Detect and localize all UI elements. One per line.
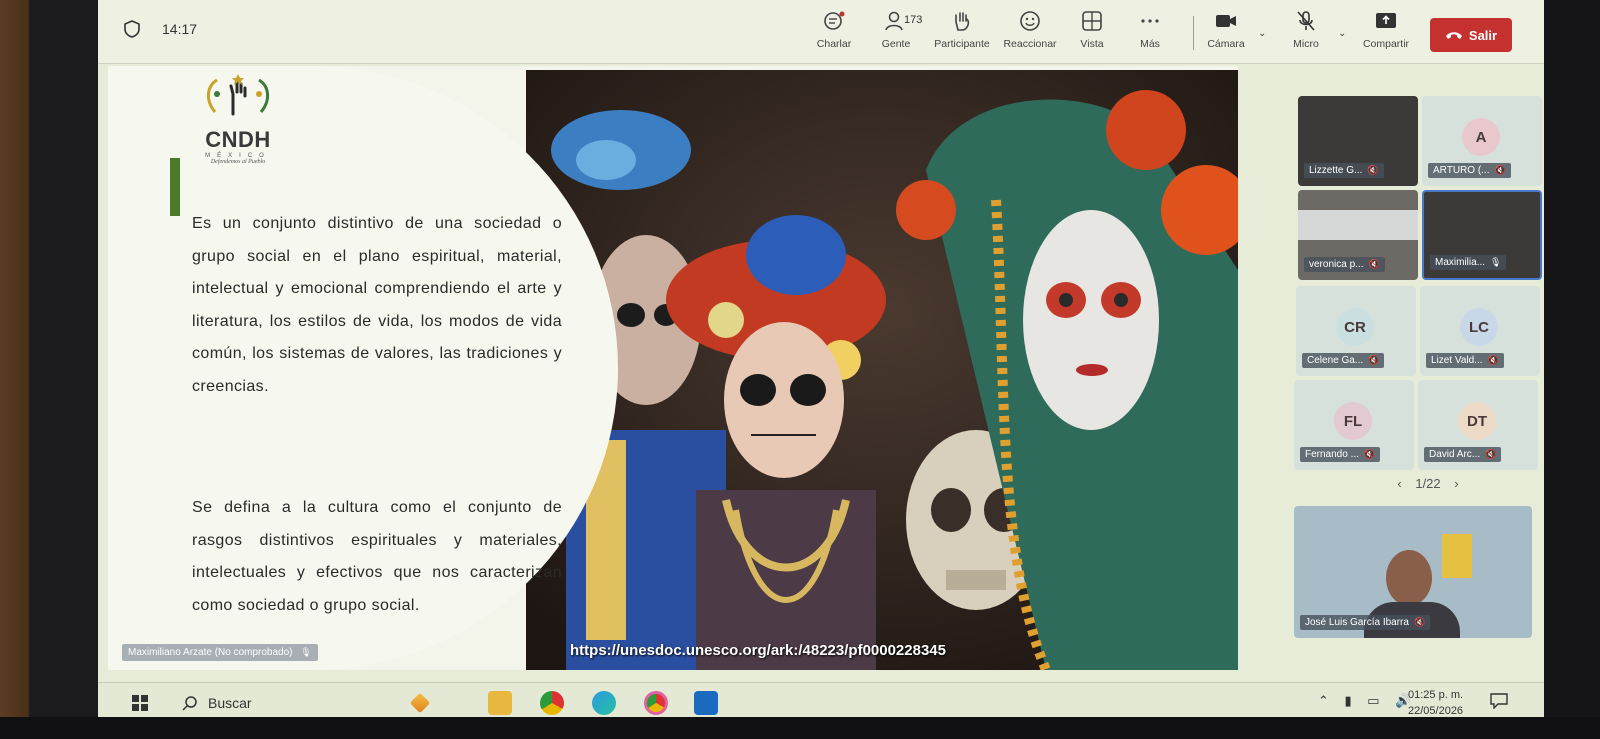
avatar: DT <box>1458 402 1496 440</box>
avatar: LC <box>1460 308 1498 346</box>
presenter-name-tag: Maximiliano Arzate (No comprobado) 🎙 <box>122 644 318 661</box>
mic-muted-icon: 🔇 <box>1413 617 1426 627</box>
mic-icon: 🎙 <box>300 647 312 657</box>
camera-options-chevron-icon[interactable]: ⌄ <box>1258 28 1266 39</box>
search-icon[interactable] <box>182 695 198 711</box>
slide-paragraph-1: Es un conjunto distintivo de una socieda… <box>192 215 562 395</box>
logo-motto: Defendemos al Pueblo <box>210 159 266 165</box>
more-label: Más <box>1140 38 1160 50</box>
participant-name: David Arc... 🔇 <box>1424 447 1502 462</box>
cndh-logo: CNDH MÉXICO Defendemos al Pueblo <box>188 72 288 182</box>
mic-options-chevron-icon[interactable]: ⌄ <box>1338 28 1346 39</box>
catrina-illustration <box>526 70 1238 670</box>
share-label: Compartir <box>1362 38 1410 50</box>
avatar: A <box>1462 118 1500 156</box>
participant-name: Celene Ga... 🔇 <box>1302 353 1385 368</box>
logo-name: CNDH <box>205 127 271 152</box>
participant-name: ARTURO (... 🔇 <box>1428 163 1511 178</box>
camera-icon <box>1216 15 1236 27</box>
pager-text: 1/22 <box>1415 476 1441 491</box>
presenter-name: Maximiliano Arzate (No comprobado) <box>128 647 293 658</box>
mic-label: Micro <box>1293 38 1319 50</box>
windows-taskbar: Buscar ⌃ ▮ ▭ 🔊 01:25 p. m. 22/05/2026 <box>98 682 1544 722</box>
source-url: https://unesdoc.unesco.org/ark:/48223/pf… <box>570 642 946 659</box>
accent-bar <box>170 158 180 216</box>
avatar: CR <box>1336 308 1374 346</box>
more-icon <box>1141 19 1159 23</box>
taskbar-time: 01:25 p. m. <box>1408 689 1464 701</box>
participant-name: Lizzette G... 🔇 <box>1304 163 1384 178</box>
mic-muted-icon: 🔇 <box>1363 449 1376 459</box>
screen: 14:17 Charlar 173 Gente Participante Rea… <box>98 0 1544 722</box>
leave-label: Salir <box>1468 27 1498 43</box>
share-icon <box>1376 13 1396 28</box>
dia-de-muertos-photo <box>526 70 1238 670</box>
person-head <box>1386 550 1432 606</box>
participant-name: Fernando ... 🔇 <box>1300 447 1381 462</box>
wall-poster <box>1442 534 1472 578</box>
raise-hand-button[interactable]: Participante <box>924 10 1000 50</box>
raise-hand-icon <box>955 12 970 31</box>
phone-hangup-icon <box>1445 32 1462 39</box>
mic-muted-icon: 🔇 <box>1485 449 1497 459</box>
people-button[interactable]: 173 Gente <box>858 10 934 50</box>
participant-tile[interactable]: veronica p... 🔇 <box>1298 190 1418 280</box>
leave-button[interactable]: Salir <box>1430 18 1512 52</box>
shared-slide: CNDH MÉXICO Defendemos al Pueblo Es un c… <box>108 66 1238 670</box>
mic-muted-icon: 🔇 <box>1367 165 1379 175</box>
participant-name: Maximilia... 🎙 <box>1430 255 1507 270</box>
chrome-icon[interactable] <box>540 691 564 715</box>
meeting-clock: 14:17 <box>162 21 198 37</box>
mic-off-icon <box>1297 11 1315 31</box>
cndh-emblem-icon <box>207 74 269 116</box>
monitor-bezel-bottom <box>0 717 1600 739</box>
camera-button[interactable]: Cámara <box>1188 10 1264 50</box>
pager-prev-icon[interactable]: ‹ <box>1397 476 1401 491</box>
participant-tile[interactable]: CR Celene Ga... 🔇 <box>1296 286 1416 376</box>
camera-label: Cámara <box>1207 38 1245 50</box>
participant-tile[interactable]: A ARTURO (... 🔇 <box>1422 96 1542 186</box>
participant-tile[interactable]: Lizzette G... 🔇 <box>1298 96 1418 186</box>
participant-tile[interactable]: FL Fernando ... 🔇 <box>1294 380 1414 470</box>
participant-count: 173 <box>904 14 923 26</box>
people-label: Gente <box>881 38 911 50</box>
video-frame <box>1298 210 1418 240</box>
participant-name: veronica p... 🔇 <box>1304 257 1385 272</box>
avatar: FL <box>1334 402 1372 440</box>
slide-paragraph-2: Se defina a la cultura como el conjunto … <box>192 499 562 614</box>
mic-muted-icon: 🔇 <box>1487 355 1499 365</box>
self-name: José Luis García Ibarra 🔇 <box>1300 615 1431 630</box>
participant-tile-active[interactable]: Maximilia... 🎙 <box>1422 190 1542 280</box>
share-button[interactable]: Compartir <box>1348 10 1424 50</box>
file-explorer-icon[interactable] <box>488 691 512 715</box>
chat-icon <box>824 11 845 30</box>
taskbar-clock[interactable]: 01:25 p. m. 22/05/2026 <box>1408 687 1463 719</box>
participant-tile[interactable]: LC Lizet Vald... 🔇 <box>1420 286 1540 376</box>
system-tray-icons[interactable]: ⌃ ▮ ▭ 🔊 <box>1318 693 1417 709</box>
taskbar-search[interactable]: Buscar <box>208 695 252 711</box>
mic-muted-icon: 🔇 <box>1494 165 1506 175</box>
monitor-bezel-right <box>1542 0 1600 739</box>
participant-name: Lizet Vald... 🔇 <box>1426 353 1504 368</box>
raise-hand-label: Participante <box>934 38 990 50</box>
pager-next-icon[interactable]: › <box>1454 476 1458 491</box>
mic-button[interactable]: Micro <box>1268 10 1344 50</box>
grid-icon <box>1082 11 1102 31</box>
copilot-icon[interactable] <box>409 692 431 714</box>
shield-icon <box>124 20 140 38</box>
mic-muted-icon: 🔇 <box>1368 259 1380 269</box>
notification-icon[interactable] <box>1490 693 1508 709</box>
mic-icon: 🎙 <box>1490 257 1502 267</box>
edge-icon[interactable] <box>592 691 616 715</box>
more-button[interactable]: Más <box>1112 10 1188 50</box>
self-video-tile[interactable]: José Luis García Ibarra 🔇 <box>1294 506 1532 638</box>
mic-muted-icon: 🔇 <box>1368 355 1380 365</box>
gallery-pager: ‹ 1/22 › <box>1378 476 1478 491</box>
windows-start-icon[interactable] <box>132 695 148 711</box>
meeting-toolbar: 14:17 Charlar 173 Gente Participante Rea… <box>98 0 1544 64</box>
outlook-icon[interactable] <box>694 691 718 715</box>
chrome-profile-icon[interactable] <box>644 691 668 715</box>
smiley-icon <box>1020 11 1040 31</box>
participant-tile[interactable]: DT David Arc... 🔇 <box>1418 380 1538 470</box>
